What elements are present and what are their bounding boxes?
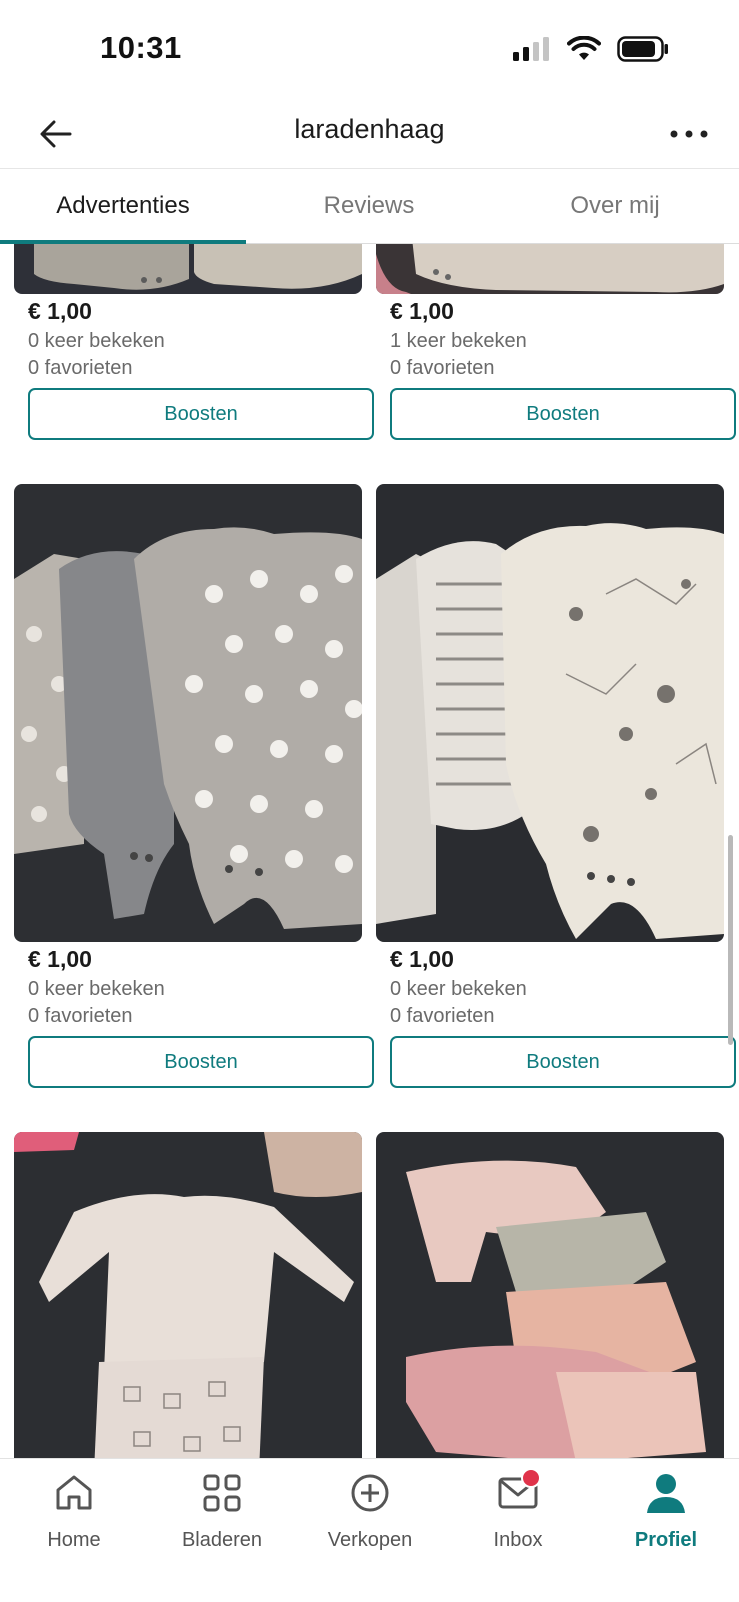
listing-image (14, 1132, 362, 1458)
listing-favorites: 0 favorieten (28, 357, 133, 379)
nav-profiel-label: Profiel (634, 1529, 698, 1551)
listing-photo-1[interactable] (14, 244, 362, 294)
listing-views: 0 keer bekeken (28, 978, 165, 1000)
boost-button[interactable]: Boosten (28, 1036, 374, 1088)
cellular-signal-icon (513, 37, 549, 61)
listing-image (376, 484, 724, 942)
listing-photo-5[interactable] (14, 1132, 362, 1458)
mail-icon (496, 1468, 541, 1515)
listing-views: 0 keer bekeken (390, 978, 527, 1000)
listing-price: € 1,00 (390, 298, 454, 324)
status-icons (513, 36, 669, 62)
tab-reviews[interactable]: Reviews (246, 169, 492, 243)
navigation-header: laradenhaag (0, 100, 739, 169)
listing-price: € 1,00 (28, 946, 92, 972)
listing-favorites: 0 favorieten (28, 1005, 133, 1027)
more-horizontal-icon (670, 130, 708, 138)
profile-icon (644, 1471, 688, 1515)
listing-views: 1 keer bekeken (390, 330, 527, 352)
home-icon (52, 1471, 96, 1515)
listing-image (14, 484, 362, 942)
nav-inbox-label: Inbox (493, 1529, 543, 1551)
listing-favorites: 0 favorieten (390, 357, 495, 379)
listing-views: 0 keer bekeken (28, 330, 165, 352)
listing-photo-6[interactable] (376, 1132, 724, 1458)
listing-image (376, 1132, 724, 1458)
listing-favorites: 0 favorieten (390, 1005, 495, 1027)
boost-button[interactable]: Boosten (390, 1036, 736, 1088)
listing-photo-3[interactable] (14, 484, 362, 942)
listings-grid: € 1,00 0 keer bekeken 0 favorieten Boost… (0, 244, 739, 1458)
tab-over-mij[interactable]: Over mij (492, 169, 738, 243)
listing-image (14, 244, 362, 294)
status-time: 10:31 (100, 30, 182, 65)
nav-home[interactable]: Home (0, 1471, 148, 1552)
notification-badge (521, 1468, 541, 1488)
nav-profiel[interactable]: Profiel (592, 1471, 739, 1552)
listing-photo-2[interactable] (376, 244, 724, 294)
bottom-navigation: Home Bladeren Verkopen Inbox Profiel (0, 1458, 739, 1602)
nav-verkopen[interactable]: Verkopen (296, 1471, 444, 1552)
listing-photo-4[interactable] (376, 484, 724, 942)
listing-image (376, 244, 724, 294)
nav-bladeren[interactable]: Bladeren (148, 1471, 296, 1552)
more-options-button[interactable] (663, 112, 715, 156)
listing-price: € 1,00 (390, 946, 454, 972)
nav-bladeren-label: Bladeren (181, 1529, 263, 1551)
page-title: laradenhaag (294, 114, 445, 144)
wifi-icon (567, 36, 601, 60)
tab-advertenties[interactable]: Advertenties (0, 169, 246, 243)
status-bar: 10:31 (0, 0, 739, 100)
boost-button[interactable]: Boosten (28, 388, 374, 440)
plus-circle-icon (348, 1471, 392, 1515)
grid-icon (200, 1471, 244, 1515)
listing-price: € 1,00 (28, 298, 92, 324)
scrollbar[interactable] (728, 835, 733, 1045)
nav-home-label: Home (47, 1529, 101, 1551)
nav-verkopen-label: Verkopen (327, 1529, 413, 1551)
profile-tabs: Advertenties Reviews Over mij (0, 169, 739, 244)
battery-icon (617, 36, 668, 62)
boost-button[interactable]: Boosten (390, 388, 736, 440)
nav-inbox[interactable]: Inbox (444, 1468, 592, 1552)
